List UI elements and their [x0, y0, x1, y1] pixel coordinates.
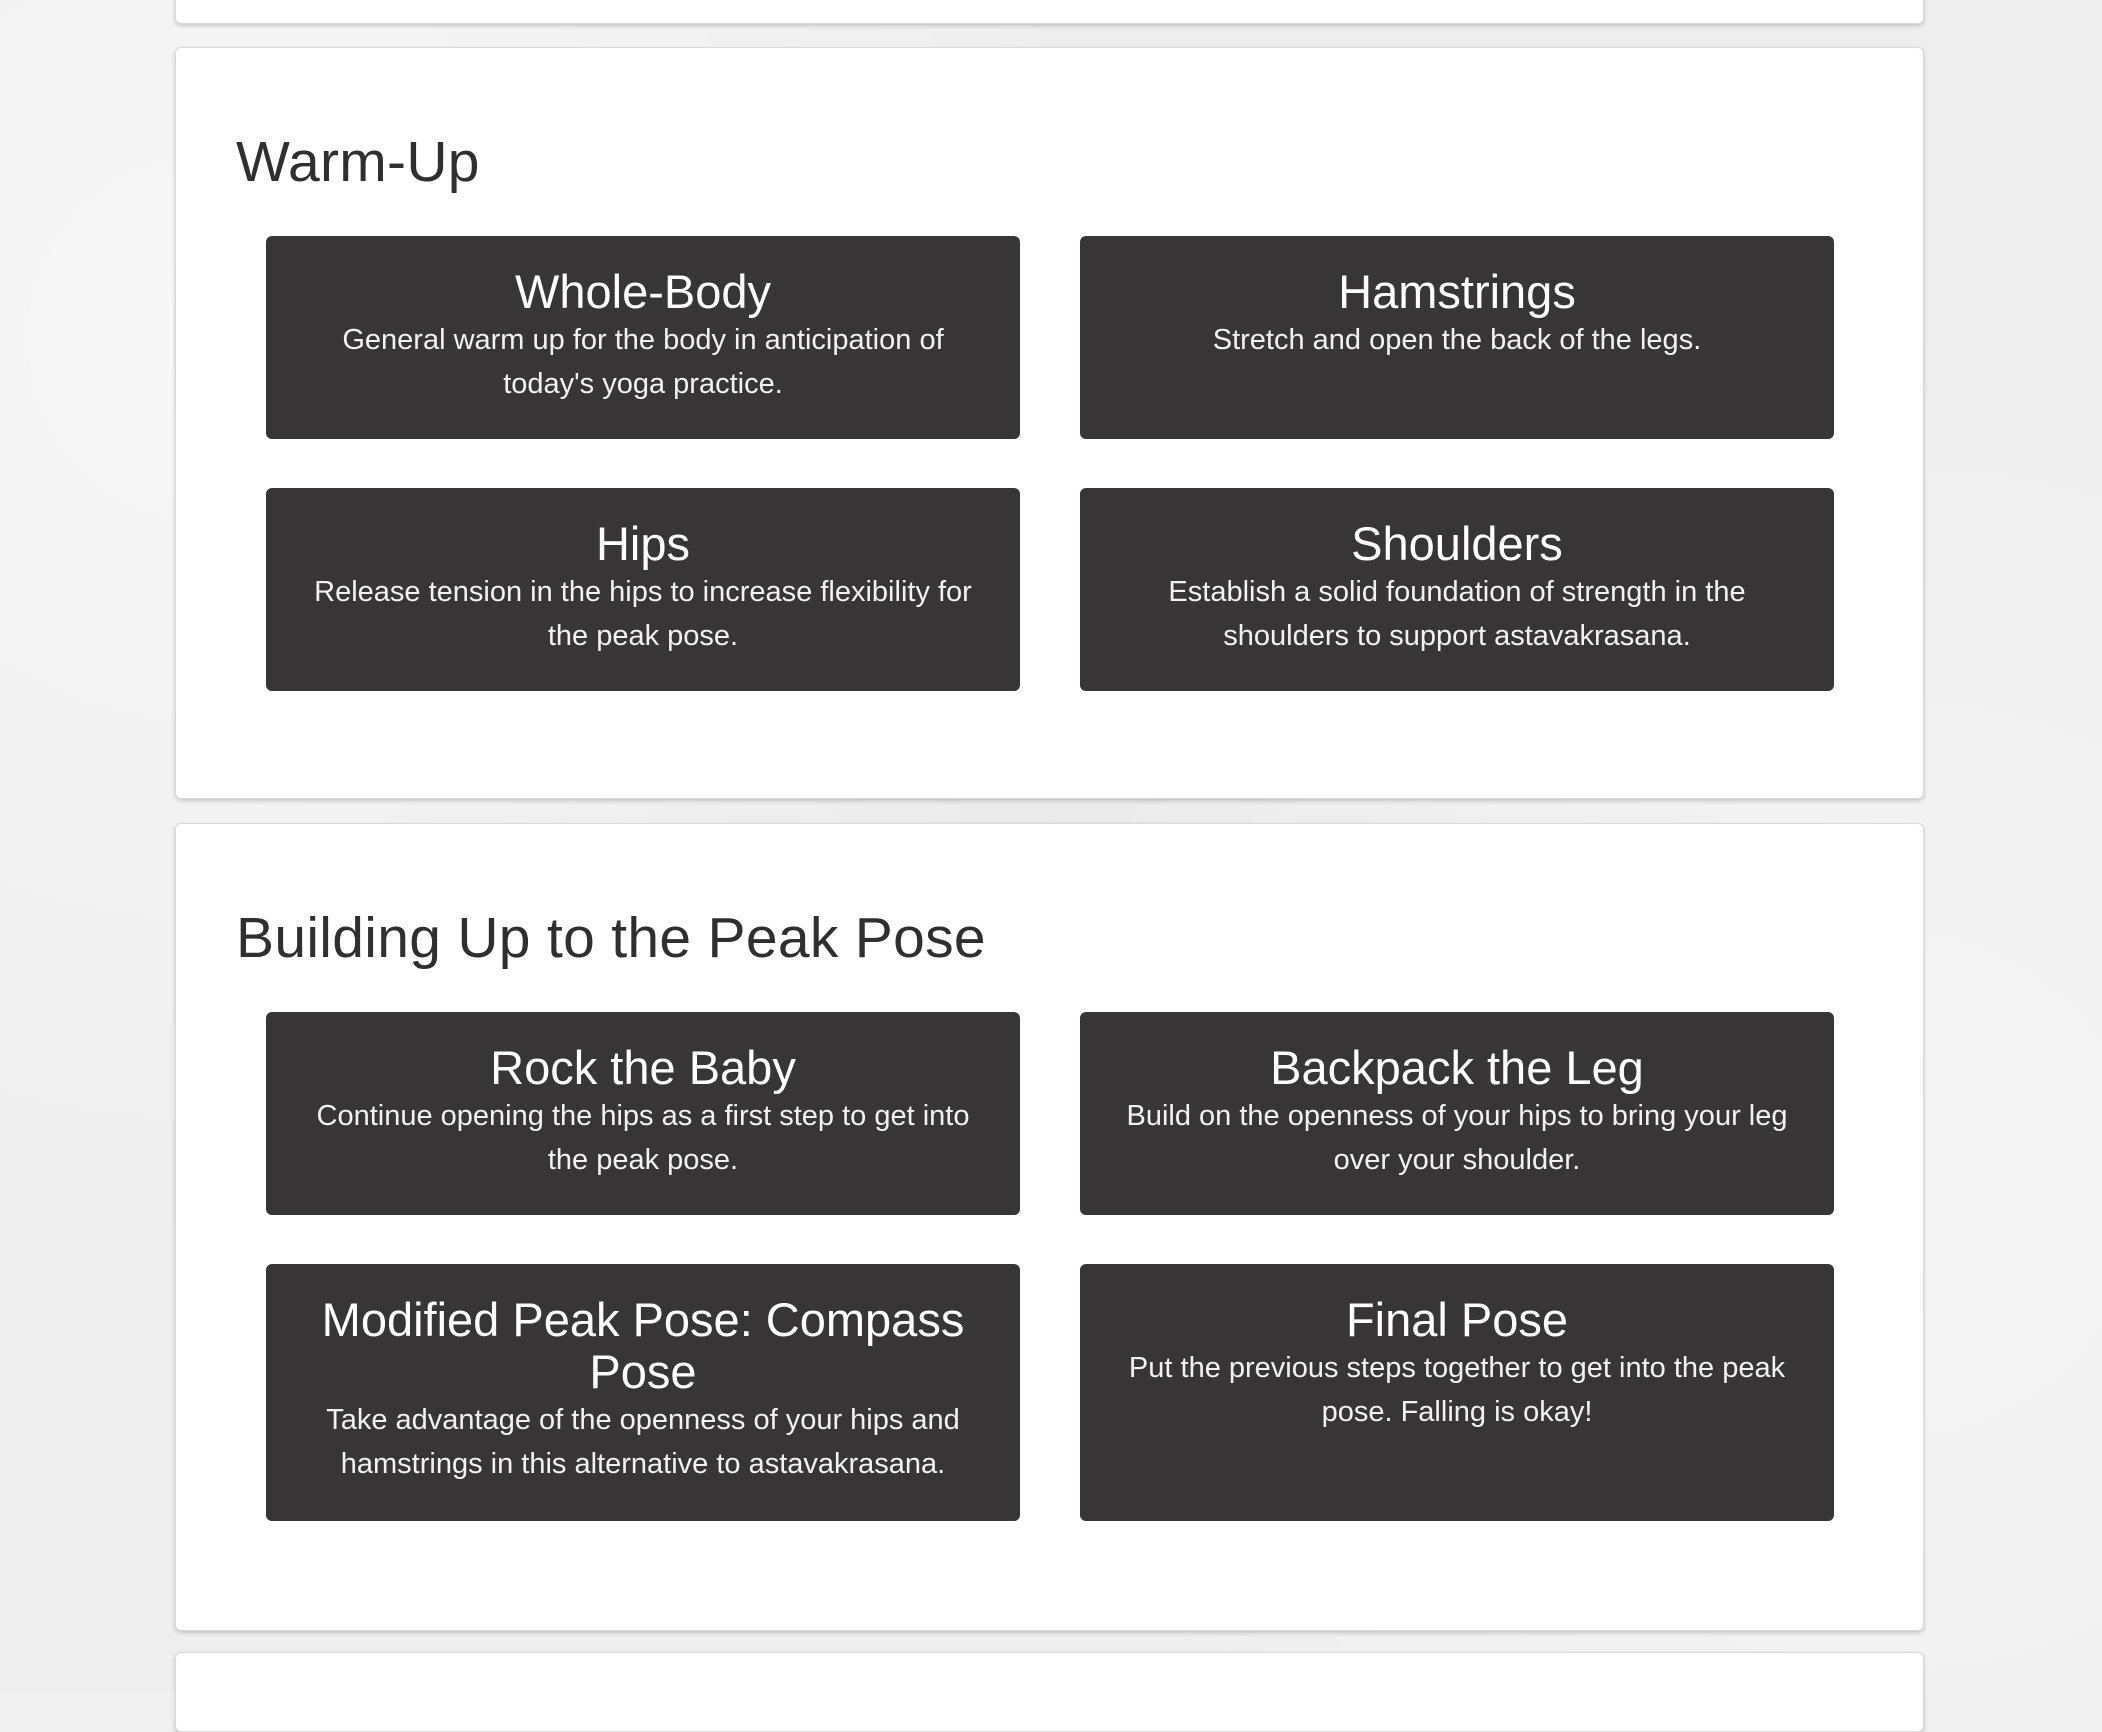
building-up-section: Building Up to the Peak Pose Rock the Ba…	[175, 823, 1924, 1631]
card-title: Shoulders	[1351, 517, 1563, 570]
card-description: Stretch and open the back of the legs.	[1212, 324, 1702, 356]
card-description: General warm up for the body in anticipa…	[342, 324, 944, 400]
card-modified-peak-pose[interactable]: Modified Peak Pose: Compass Pose Take ad…	[266, 1264, 1020, 1521]
section-title-warm-up: Warm-Up	[236, 130, 480, 194]
card-shoulders[interactable]: Shoulders Establish a solid foundation o…	[1080, 488, 1834, 691]
card-backpack-the-leg[interactable]: Backpack the Leg Build on the openness o…	[1080, 1012, 1834, 1215]
card-title: Hips	[595, 517, 691, 570]
next-section-panel	[175, 1652, 1924, 1732]
card-hamstrings[interactable]: Hamstrings Stretch and open the back of …	[1080, 236, 1834, 439]
card-title: Hamstrings	[1338, 265, 1576, 318]
card-title: Backpack the Leg	[1270, 1041, 1644, 1094]
previous-section-panel	[175, 0, 1924, 24]
card-title: Final Pose	[1345, 1293, 1569, 1346]
warm-up-section: Warm-Up Whole-Body General warm up for t…	[175, 47, 1924, 799]
card-description: Release tension in the hips to increase …	[314, 576, 972, 652]
card-description: Build on the openness of your hips to br…	[1126, 1100, 1788, 1176]
card-final-pose[interactable]: Final Pose Put the previous steps togeth…	[1080, 1264, 1834, 1521]
card-description: Establish a solid foundation of strength…	[1168, 576, 1746, 652]
card-description: Put the previous steps together to get i…	[1128, 1352, 1786, 1428]
section-title-building-up: Building Up to the Peak Pose	[236, 906, 986, 970]
card-description: Continue opening the hips as a first ste…	[316, 1100, 970, 1176]
card-whole-body[interactable]: Whole-Body General warm up for the body …	[266, 236, 1020, 439]
card-description: Take advantage of the openness of your h…	[326, 1404, 960, 1480]
card-title: Modified Peak Pose: Compass Pose	[321, 1293, 965, 1398]
card-rock-the-baby[interactable]: Rock the Baby Continue opening the hips …	[266, 1012, 1020, 1215]
card-hips[interactable]: Hips Release tension in the hips to incr…	[266, 488, 1020, 691]
card-title: Whole-Body	[515, 265, 771, 318]
card-title: Rock the Baby	[490, 1041, 796, 1094]
